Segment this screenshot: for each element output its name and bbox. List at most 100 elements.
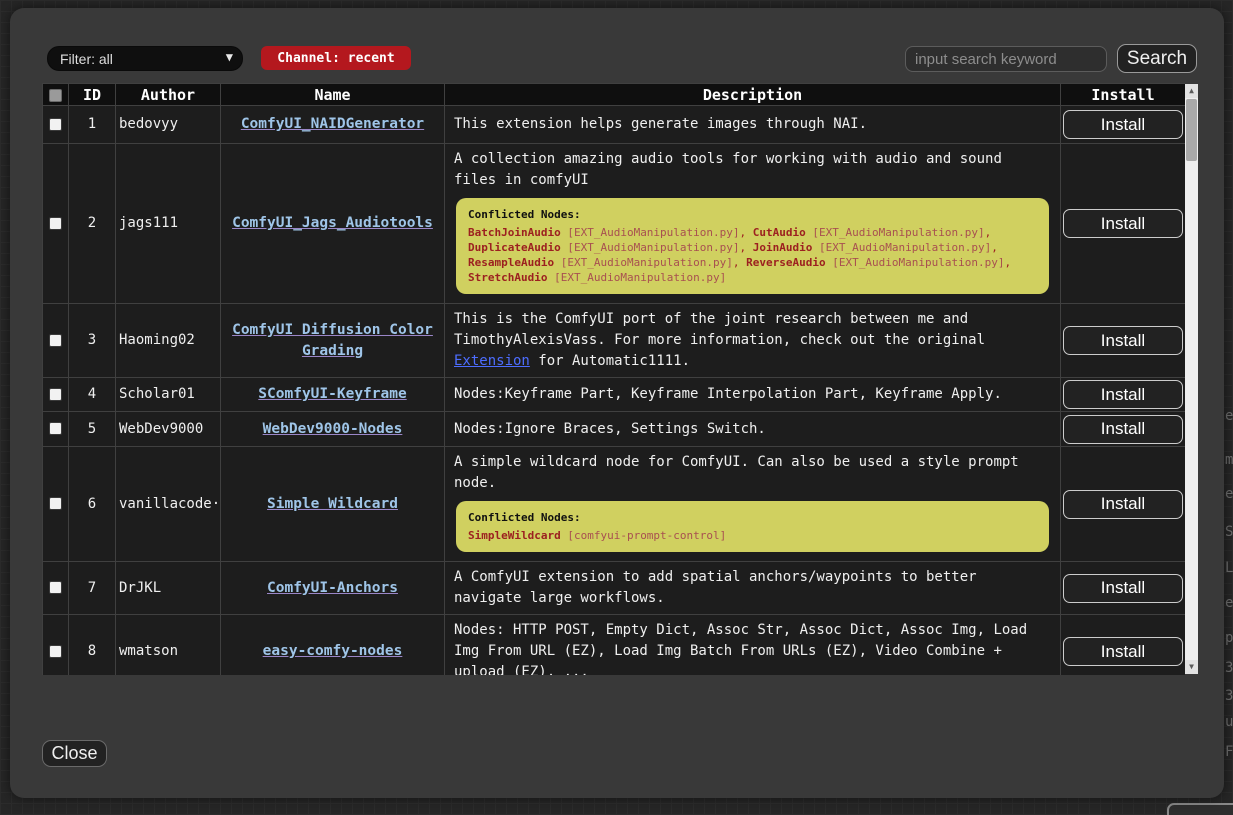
description-text: Nodes: HTTP POST, Empty Dict, Assoc Str,… bbox=[454, 622, 1027, 675]
node-name-link[interactable]: SComfyUI-Keyframe bbox=[258, 386, 406, 402]
row-install-cell: Install bbox=[1061, 412, 1186, 447]
description-text: A simple wildcard node for ComfyUI. Can … bbox=[454, 454, 1019, 491]
conflict-node-source: [EXT_AudioManipulation.py] bbox=[561, 241, 740, 254]
comfyui-canvas-background: emeSLep33uF Filter: all ▼ Channel: recen… bbox=[0, 0, 1233, 815]
node-name-link[interactable]: ComfyUI_NAIDGenerator bbox=[241, 116, 424, 132]
node-name-link[interactable]: Simple Wildcard bbox=[267, 496, 398, 512]
select-all-header bbox=[43, 84, 69, 106]
row-install-cell: Install bbox=[1061, 447, 1186, 562]
description-text: This extension helps generate images thr… bbox=[454, 116, 867, 132]
background-glyph: e bbox=[1225, 486, 1233, 502]
row-author: vanillacode··· bbox=[116, 447, 221, 562]
description-text: Nodes:Ignore Braces, Settings Switch. bbox=[454, 421, 766, 437]
conflict-node-source: [comfyui-prompt-control] bbox=[561, 529, 727, 542]
row-author: WebDev9000 bbox=[116, 412, 221, 447]
install-button[interactable]: Install bbox=[1063, 110, 1183, 139]
node-name-link[interactable]: ComfyUI Diffusion Color Grading bbox=[232, 322, 433, 359]
install-button[interactable]: Install bbox=[1063, 415, 1183, 444]
conflict-node-source: [EXT_AudioManipulation.py] bbox=[826, 256, 1005, 269]
row-checkbox[interactable] bbox=[49, 422, 62, 435]
install-button[interactable]: Install bbox=[1063, 637, 1183, 666]
row-checkbox[interactable] bbox=[49, 217, 62, 230]
node-name-link[interactable]: easy-comfy-nodes bbox=[263, 643, 403, 659]
conflict-node-source: [EXT_AudioManipulation.py] bbox=[547, 271, 726, 284]
select-all-checkbox[interactable] bbox=[49, 89, 62, 102]
conflict-node-source: [EXT_AudioManipulation.py] bbox=[812, 241, 991, 254]
row-author: jags111 bbox=[116, 144, 221, 304]
row-id: 5 bbox=[69, 412, 116, 447]
description-external-link[interactable]: Extension bbox=[454, 353, 530, 369]
row-description: Nodes:Ignore Braces, Settings Switch. bbox=[445, 412, 1061, 447]
scrollbar-up-arrow-icon[interactable]: ▲ bbox=[1185, 84, 1198, 98]
description-text: A ComfyUI extension to add spatial ancho… bbox=[454, 569, 977, 606]
background-glyph: F bbox=[1225, 744, 1233, 760]
conflict-node-source: [EXT_AudioManipulation.py] bbox=[554, 256, 733, 269]
row-description: Nodes:Keyframe Part, Keyframe Interpolat… bbox=[445, 378, 1061, 412]
row-id: 4 bbox=[69, 378, 116, 412]
background-glyph: 3 bbox=[1225, 688, 1233, 704]
row-name-cell: ComfyUI_Jags_Audiotools bbox=[221, 144, 445, 304]
row-author: bedovyy bbox=[116, 106, 221, 144]
install-button[interactable]: Install bbox=[1063, 490, 1183, 519]
node-name-link[interactable]: WebDev9000-Nodes bbox=[263, 421, 403, 437]
conflicted-nodes-title: Conflicted Nodes: bbox=[468, 207, 1037, 222]
conflict-node-name: DuplicateAudio bbox=[468, 241, 561, 254]
row-checkbox[interactable] bbox=[49, 581, 62, 594]
row-checkbox[interactable] bbox=[49, 388, 62, 401]
conflict-node-name: SimpleWildcard bbox=[468, 529, 561, 542]
background-glyph: p bbox=[1225, 630, 1233, 646]
row-install-cell: Install bbox=[1061, 378, 1186, 412]
conflict-node-name: CutAudio bbox=[753, 226, 806, 239]
install-button[interactable]: Install bbox=[1063, 209, 1183, 238]
node-name-link[interactable]: ComfyUI_Jags_Audiotools bbox=[232, 215, 433, 231]
search-button[interactable]: Search bbox=[1117, 44, 1197, 73]
install-button[interactable]: Install bbox=[1063, 574, 1183, 603]
row-checkbox-cell bbox=[43, 562, 69, 615]
row-checkbox[interactable] bbox=[49, 118, 62, 131]
row-install-cell: Install bbox=[1061, 615, 1186, 676]
install-button[interactable]: Install bbox=[1063, 380, 1183, 409]
scrollbar-down-arrow-icon[interactable]: ▼ bbox=[1185, 660, 1198, 674]
row-name-cell: Simple Wildcard bbox=[221, 447, 445, 562]
row-description: This is the ComfyUI port of the joint re… bbox=[445, 304, 1061, 378]
row-description: A collection amazing audio tools for wor… bbox=[445, 144, 1061, 304]
row-description: A ComfyUI extension to add spatial ancho… bbox=[445, 562, 1061, 615]
filter-select[interactable]: Filter: all bbox=[47, 46, 243, 71]
conflict-node-source: [EXT_AudioManipulation.py] bbox=[806, 226, 985, 239]
close-button[interactable]: Close bbox=[42, 740, 107, 767]
search-input[interactable] bbox=[905, 46, 1107, 72]
background-partial-button bbox=[1167, 803, 1233, 815]
table-row: 4Scholar01SComfyUI-KeyframeNodes:Keyfram… bbox=[43, 378, 1186, 412]
table-scrollbar[interactable]: ▲ ▼ bbox=[1185, 84, 1198, 674]
row-checkbox[interactable] bbox=[49, 334, 62, 347]
conflicted-nodes-box: Conflicted Nodes:SimpleWildcard [comfyui… bbox=[456, 501, 1049, 552]
row-id: 6 bbox=[69, 447, 116, 562]
row-name-cell: ComfyUI Diffusion Color Grading bbox=[221, 304, 445, 378]
row-id: 3 bbox=[69, 304, 116, 378]
conflict-node-name: JoinAudio bbox=[753, 241, 813, 254]
row-install-cell: Install bbox=[1061, 144, 1186, 304]
conflict-separator: , bbox=[985, 226, 992, 239]
custom-nodes-table: ID Author Name Description Install 1bedo… bbox=[42, 83, 1185, 675]
row-install-cell: Install bbox=[1061, 106, 1186, 144]
row-install-cell: Install bbox=[1061, 304, 1186, 378]
install-button[interactable]: Install bbox=[1063, 326, 1183, 355]
conflict-separator: , bbox=[991, 241, 998, 254]
table-row: 8wmatsoneasy-comfy-nodesNodes: HTTP POST… bbox=[43, 615, 1186, 676]
background-glyph: 3 bbox=[1225, 660, 1233, 676]
description-text: A collection amazing audio tools for wor… bbox=[454, 151, 1002, 188]
background-glyph: e bbox=[1225, 595, 1233, 611]
row-name-cell: WebDev9000-Nodes bbox=[221, 412, 445, 447]
node-name-link[interactable]: ComfyUI-Anchors bbox=[267, 580, 398, 596]
scrollbar-thumb[interactable] bbox=[1186, 99, 1197, 161]
row-name-cell: ComfyUI_NAIDGenerator bbox=[221, 106, 445, 144]
description-text: Nodes:Keyframe Part, Keyframe Interpolat… bbox=[454, 386, 1002, 402]
table-row: 7DrJKLComfyUI-AnchorsA ComfyUI extension… bbox=[43, 562, 1186, 615]
row-checkbox[interactable] bbox=[49, 645, 62, 658]
conflict-separator: , bbox=[740, 241, 753, 254]
row-description: A simple wildcard node for ComfyUI. Can … bbox=[445, 447, 1061, 562]
row-checkbox[interactable] bbox=[49, 497, 62, 510]
row-checkbox-cell bbox=[43, 615, 69, 676]
row-checkbox-cell bbox=[43, 144, 69, 304]
background-glyph: m bbox=[1225, 452, 1233, 468]
